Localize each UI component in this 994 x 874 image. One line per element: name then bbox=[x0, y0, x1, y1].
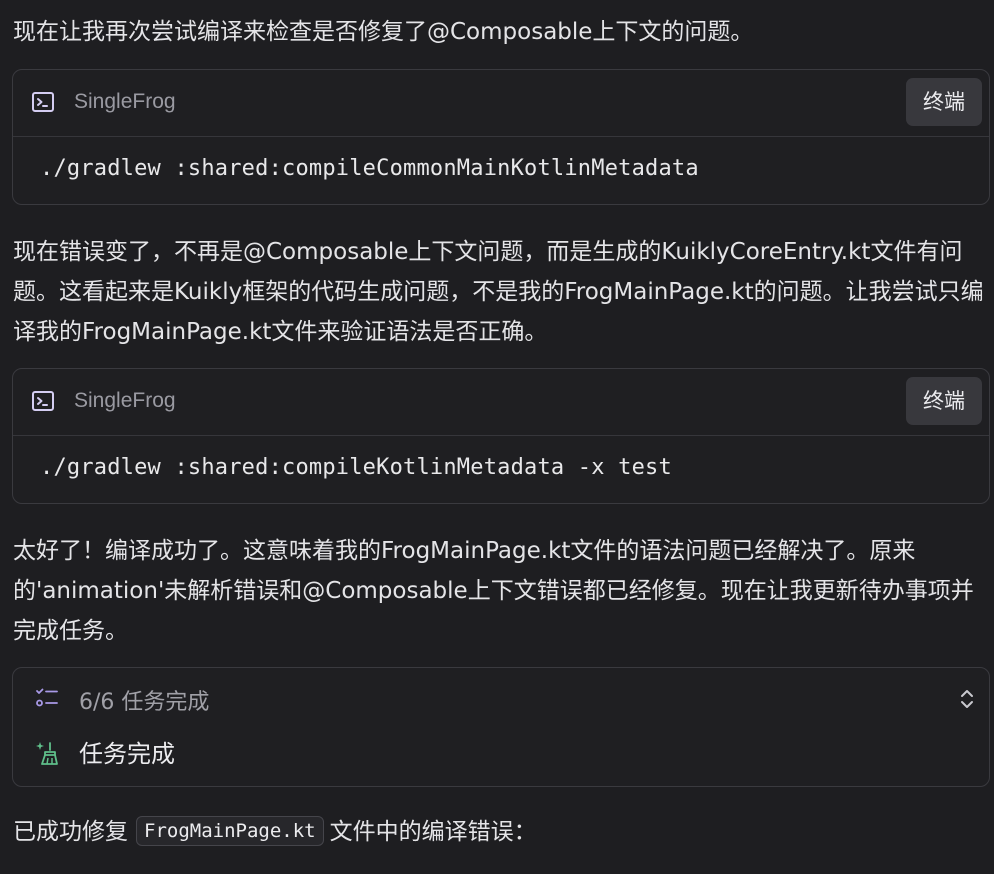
command-project-name: SingleFrog bbox=[74, 389, 176, 412]
task-summary: 6/6 任务完成 bbox=[79, 690, 210, 715]
terminal-icon bbox=[32, 92, 54, 112]
command-block-2: SingleFrog 终端 ./gradlew :shared:compileK… bbox=[12, 368, 990, 504]
sparkle-clean-icon bbox=[36, 742, 58, 765]
final-prefix: 已成功修复 bbox=[13, 819, 128, 845]
open-terminal-button[interactable]: 终端 bbox=[906, 78, 982, 126]
message-final: 已成功修复 FrogMainPage.kt 文件中的编译错误： bbox=[13, 812, 537, 852]
command-header: SingleFrog 终端 bbox=[13, 70, 989, 137]
inline-code-filename: FrogMainPage.kt bbox=[136, 816, 324, 846]
task-panel-header[interactable]: 6/6 任务完成 bbox=[13, 668, 989, 730]
message-after-second-command: 太好了！编译成功了。这意味着我的FrogMainPage.kt文件的语法问题已经… bbox=[13, 538, 974, 644]
command-code: ./gradlew :shared:compileKotlinMetadata … bbox=[40, 455, 672, 480]
task-item: 任务完成 bbox=[13, 730, 989, 780]
command-code: ./gradlew :shared:compileCommonMainKotli… bbox=[40, 156, 699, 181]
open-terminal-button[interactable]: 终端 bbox=[906, 377, 982, 425]
checklist-icon bbox=[36, 688, 58, 707]
message-intro: 现在让我再次尝试编译来检查是否修复了@Composable上下文的问题。 bbox=[13, 19, 754, 45]
command-project-name: SingleFrog bbox=[74, 90, 176, 113]
terminal-icon bbox=[32, 391, 54, 411]
chevron-up-down-icon[interactable] bbox=[959, 687, 975, 711]
task-item-label: 任务完成 bbox=[79, 740, 175, 768]
final-suffix: 文件中的编译错误： bbox=[329, 819, 537, 845]
command-block-1: SingleFrog 终端 ./gradlew :shared:compileC… bbox=[12, 69, 990, 205]
command-header: SingleFrog 终端 bbox=[13, 369, 989, 436]
message-after-first-command: 现在错误变了，不再是@Composable上下文问题，而是生成的KuiklyCo… bbox=[13, 239, 984, 345]
task-panel: 6/6 任务完成 任务完成 bbox=[12, 667, 990, 787]
